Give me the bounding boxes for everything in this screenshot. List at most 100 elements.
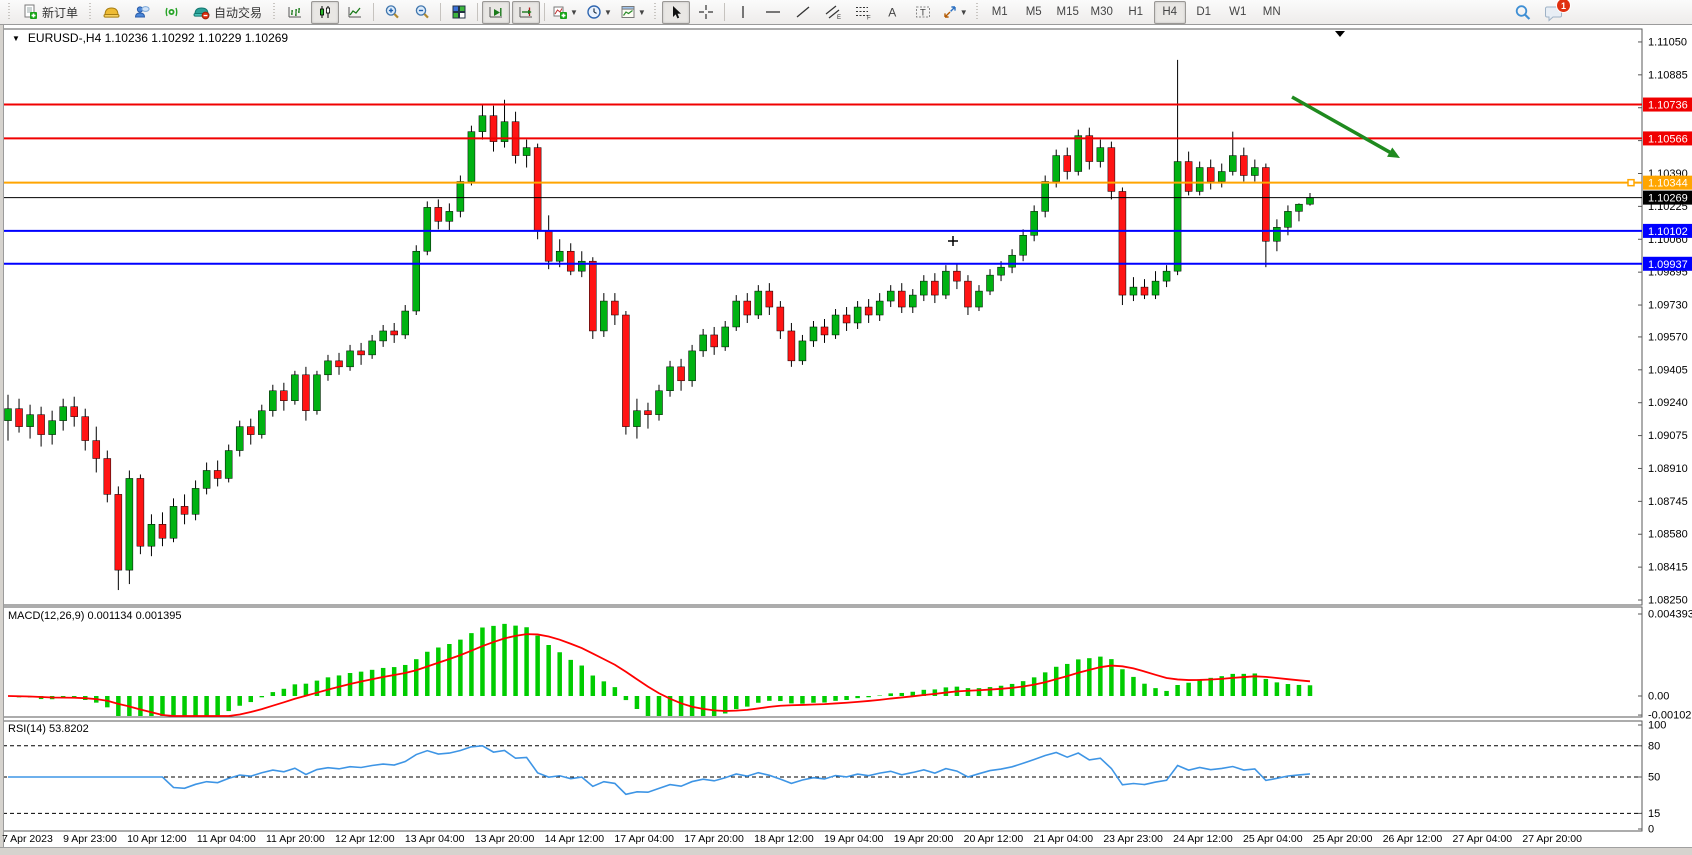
timeframe-button-H4[interactable]: H4 <box>1154 1 1186 24</box>
timeframe-button-M15[interactable]: M15 <box>1052 1 1084 24</box>
person-cloud-icon <box>133 4 150 20</box>
crosshair-icon <box>698 4 714 20</box>
metaeditor-button[interactable] <box>97 1 125 24</box>
auto-scroll-button[interactable] <box>482 1 510 24</box>
candle-body <box>93 441 100 459</box>
timeframe-button-W1[interactable]: W1 <box>1222 1 1254 24</box>
bar-chart-icon <box>287 4 303 20</box>
toolbar-grip <box>974 3 981 21</box>
new-order-button[interactable]: 新订单 <box>16 1 84 24</box>
hard-hat-icon <box>103 4 120 20</box>
trendline-button[interactable] <box>789 1 817 24</box>
price-chart-canvas[interactable]: 1.110501.108851.107201.105551.103901.102… <box>0 25 1692 855</box>
candle-body <box>380 331 387 341</box>
candle-body <box>1119 191 1126 295</box>
bar-chart-button[interactable] <box>281 1 309 24</box>
new-order-label: 新订单 <box>42 4 78 21</box>
rsi-tick-label: 100 <box>1648 720 1666 732</box>
vertical-line-button[interactable] <box>729 1 757 24</box>
candlestick-chart-button[interactable] <box>311 1 339 24</box>
svg-text:T: T <box>920 8 926 19</box>
toolbar-right-group: 1 <box>1508 1 1568 24</box>
new-order-icon <box>22 4 38 20</box>
timeframe-button-D1[interactable]: D1 <box>1188 1 1220 24</box>
zoom-in-button[interactable] <box>378 1 406 24</box>
candle-body <box>1273 227 1280 241</box>
price-tick-label: 1.09570 <box>1648 331 1688 343</box>
line-chart-button[interactable] <box>341 1 369 24</box>
candle-body <box>589 261 596 331</box>
candle-body <box>964 281 971 307</box>
price-badge-label: 1.10566 <box>1648 133 1688 145</box>
date-axis[interactable]: 7 Apr 20239 Apr 23:0010 Apr 12:0011 Apr … <box>2 833 1582 845</box>
text-label-button[interactable]: T <box>909 1 937 24</box>
candle-body <box>898 291 905 307</box>
chart-collapse-icon[interactable]: ▼ <box>12 34 20 43</box>
equidistant-channel-button[interactable]: E <box>819 1 847 24</box>
channel-icon: E <box>824 4 842 20</box>
date-label: 13 Apr 20:00 <box>475 833 535 845</box>
candle-body <box>424 207 431 251</box>
candle-body <box>1295 204 1302 211</box>
timeframe-button-H1[interactable]: H1 <box>1120 1 1152 24</box>
indicators-button[interactable]: ▼ <box>549 1 581 24</box>
signals-button[interactable] <box>157 1 185 24</box>
candle-body <box>181 506 188 514</box>
text-button[interactable]: A <box>879 1 907 24</box>
candle-body <box>358 351 365 355</box>
date-label: 21 Apr 04:00 <box>1033 833 1093 845</box>
community-button[interactable] <box>127 1 155 24</box>
timeframe-button-MN[interactable]: MN <box>1256 1 1288 24</box>
chart-shift-marker[interactable] <box>1335 31 1345 37</box>
candle-body <box>170 506 177 538</box>
timeframe-button-M30[interactable]: M30 <box>1086 1 1118 24</box>
indicators-icon <box>552 4 568 20</box>
zoom-out-button[interactable] <box>408 1 436 24</box>
templates-button[interactable]: ▼ <box>617 1 649 24</box>
candle-body <box>137 478 144 546</box>
candle-body <box>755 291 762 315</box>
crosshair-button[interactable] <box>692 1 720 24</box>
candle-body <box>578 261 585 271</box>
auto-trading-icon <box>193 4 210 20</box>
macd-tick-label: 0.00 <box>1648 691 1669 703</box>
toolbar-separator <box>477 3 478 21</box>
cross-marker[interactable] <box>948 236 958 246</box>
hline-handle[interactable] <box>1628 180 1634 186</box>
price-tick-label: 1.09730 <box>1648 300 1688 312</box>
candle-body <box>744 301 751 315</box>
date-label: 20 Apr 12:00 <box>964 833 1024 845</box>
auto-trading-button[interactable]: 自动交易 <box>187 1 268 24</box>
cursor-icon <box>669 5 683 20</box>
cursor-button[interactable] <box>662 1 690 24</box>
date-label: 11 Apr 04:00 <box>197 833 256 845</box>
candle-body <box>413 251 420 311</box>
chart-window[interactable]: 1.110501.108851.107201.105551.103901.102… <box>0 25 1692 855</box>
arrows-button[interactable]: ▼ <box>939 1 971 24</box>
price-tick-label: 1.09405 <box>1648 364 1688 376</box>
candle-body <box>247 427 254 435</box>
candle-body <box>214 470 221 478</box>
price-pane-frame <box>3 29 1642 605</box>
periods-button[interactable]: ▼ <box>583 1 615 24</box>
search-button[interactable] <box>1509 1 1537 24</box>
candle-body <box>236 427 243 451</box>
template-icon <box>620 4 636 20</box>
chat-button[interactable]: 1 <box>1539 1 1567 24</box>
candle-body <box>1075 136 1082 172</box>
fibonacci-button[interactable]: F <box>849 1 877 24</box>
chart-shift-button[interactable] <box>512 1 540 24</box>
candle-body <box>16 409 23 427</box>
arrows-icon <box>942 4 958 20</box>
candle-body <box>887 291 894 301</box>
price-badge-label: 1.10102 <box>1648 226 1688 238</box>
horizontal-line-button[interactable] <box>759 1 787 24</box>
timeframe-button-M5[interactable]: M5 <box>1018 1 1050 24</box>
candle-body <box>843 315 850 323</box>
candle-body <box>1284 211 1291 227</box>
date-label: 12 Apr 12:00 <box>335 833 395 845</box>
tile-windows-button[interactable] <box>445 1 473 24</box>
candle-body <box>909 295 916 307</box>
timeframe-button-M1[interactable]: M1 <box>984 1 1016 24</box>
candle-body <box>479 116 486 132</box>
